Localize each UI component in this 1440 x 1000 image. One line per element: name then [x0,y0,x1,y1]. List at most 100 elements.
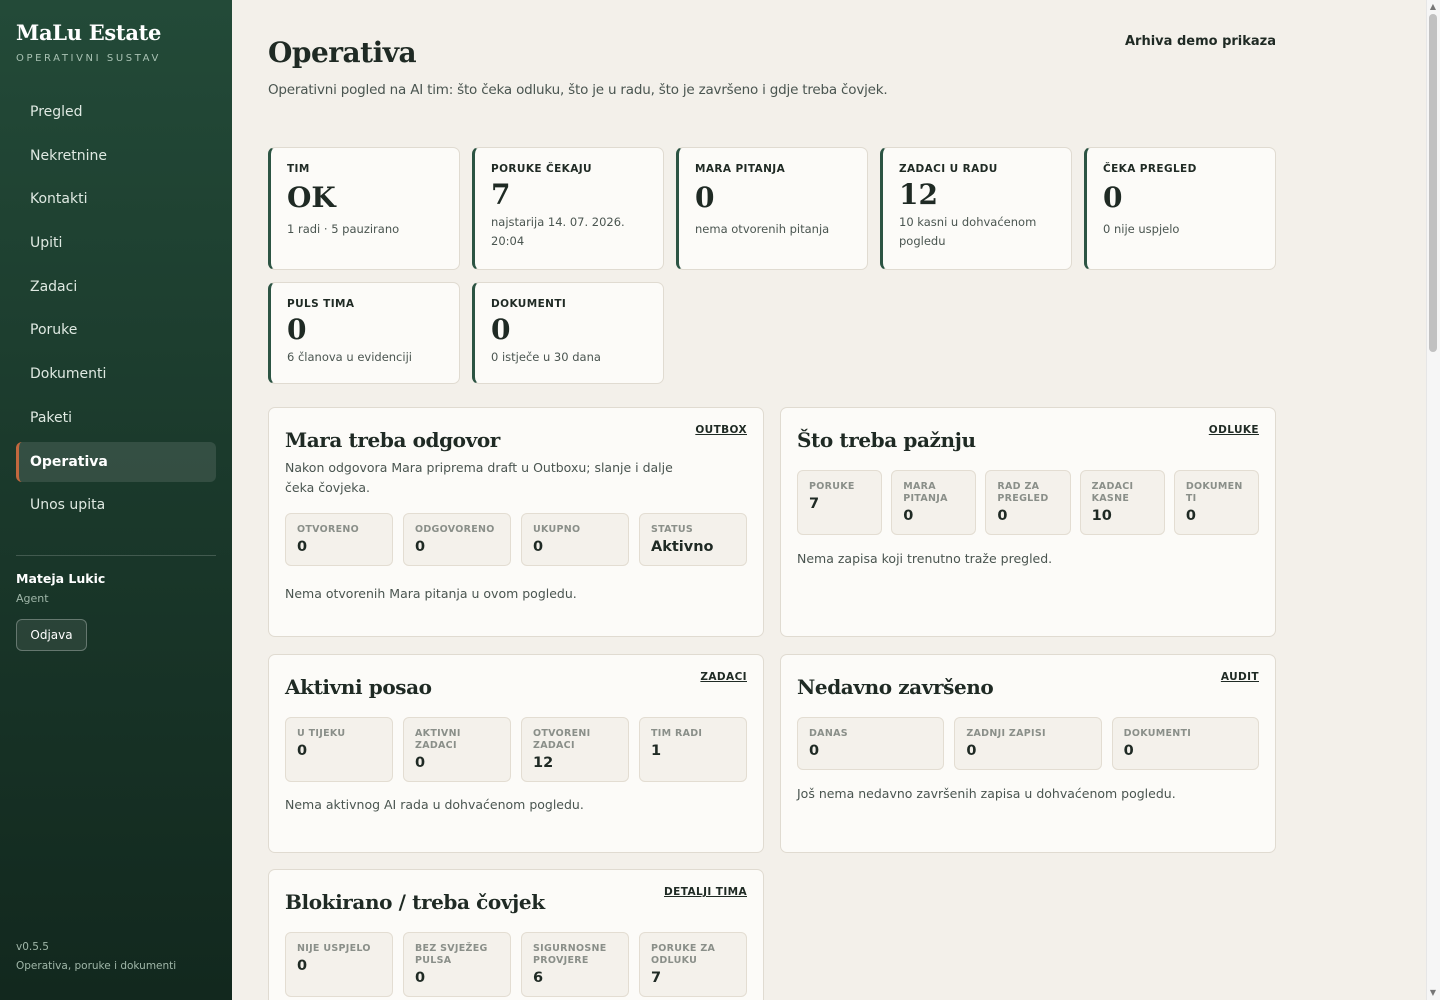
panel-active-work: Aktivni posao ZADACI U TIJEKU 0 AKTIVNI Z… [268,654,764,853]
metric-label: U TIJEKU [297,728,346,739]
stat-label: ZADACI U RADU [899,163,998,175]
metric-value: 0 [297,743,308,759]
team-details-link[interactable]: DETALJI TIMA [664,886,747,898]
panel-description: Nakon odgovora Mara priprema draft u Out… [285,460,673,495]
scroll-down-arrow-icon[interactable]: ▼ [1429,989,1437,997]
sidebar-item-kontakti[interactable]: Kontakti [16,179,216,219]
metric-row: PORUKE 7 MARA PITANJA 0 RAD ZA PREGLED 0 ZA… [797,470,1260,535]
metric-row: DANAS 0 ZADNJI ZAPISI 0 DOKUMENTI 0 [797,717,1259,770]
stat-label: PULS TIMA [287,298,355,310]
page-scrollbar[interactable]: ▲ ▼ [1426,0,1440,1000]
metric-value: 0 [297,958,308,974]
metric-label: AKTIVNI ZADACI [415,728,461,751]
metric-value: 0 [533,539,544,555]
metric-label: DANAS [809,728,848,739]
page-description: Operativni pogled na AI tim: što čeka od… [268,82,888,98]
metric-label: DOKUMENTI [1185,481,1243,504]
sidebar-item-nekretnine[interactable]: Nekretnine [16,136,216,176]
metric-label: MARA PITANJA [903,481,948,504]
sidebar-item-zadaci[interactable]: Zadaci [16,267,216,307]
stat-value: 0 [287,313,307,346]
archive-link[interactable]: Arhiva demo prikaza [1100,34,1276,49]
sidebar-item-paketi[interactable]: Paketi [16,398,216,438]
metric-card: SIGURNOSNE PROVJERE 6 [521,932,629,997]
metric-card: ZADACI KASNE 10 [1079,470,1165,535]
metric-row: OTVORENO 0 ODGOVORENO 0 UKUPNO 0 STATUS Akti… [285,513,747,566]
sidebar-item-operativa[interactable]: Operativa [16,441,216,482]
metric-card: BEZ SVJEŽEG PULSA 0 [403,932,511,997]
metric-value: 0 [415,755,426,771]
stat-label: DOKUMENTI [491,298,567,310]
metric-label: UKUPNO [533,524,581,535]
metric-row: U TIJEKU 0 AKTIVNI ZADACI 0 OTVORENI ZADAC… [285,717,747,782]
metric-label: OTVORENI ZADACI [533,728,591,751]
metric-value: 0 [1123,743,1134,759]
sidebar-item-pregled[interactable]: Pregled [16,92,216,132]
panel-mara-answer: Mara treba odgovor OUTBOX Nakon odgovora… [268,407,764,637]
panel-title: Aktivni posao [285,675,432,699]
panel-recently-done: Nedavno završeno AUDIT DANAS 0 ZADNJI ZAP… [780,654,1276,853]
metric-value: 0 [997,508,1008,524]
tasks-link[interactable]: ZADACI [700,671,747,683]
sidebar: MaLu Estate OPERATIVNI SUSTAV Pregled Ne… [0,0,232,1000]
stat-value: 0 [1103,181,1123,214]
metric-value: 0 [415,970,426,986]
panel-note: Još nema nedavno završenih zapisa u dohv… [797,786,1176,801]
user-role: Agent [16,592,49,605]
brand-subtitle: OPERATIVNI SUSTAV [16,53,161,64]
metric-value: 10 [1091,508,1112,524]
user-name: Mateja Lukic [16,571,106,586]
metric-card: RAD ZA PREGLED 0 [985,470,1071,535]
metric-card: STATUS Aktivno [639,513,747,566]
metric-value: 7 [651,970,662,986]
metric-value: 7 [809,496,820,512]
stat-label: ČEKA PREGLED [1103,163,1197,175]
stat-card-zadaci: ZADACI U RADU 12 10 kasni u dohvaćenom p… [880,147,1072,270]
metric-label: DOKUMENTI [1123,728,1192,739]
metric-label: RAD ZA PREGLED [997,481,1049,504]
metric-card: ZADNJI ZAPISI 0 [954,717,1102,770]
metric-card: ODGOVORENO 0 [403,513,511,566]
stat-card-pregled: ČEKA PREGLED 0 0 nije uspjelo [1084,147,1276,270]
sidebar-item-dokumenti[interactable]: Dokumenti [16,354,216,394]
sidebar-nav: Pregled Nekretnine Kontakti Upiti Zadaci… [16,92,216,529]
status-value: Aktivno [651,539,714,555]
scroll-up-arrow-icon[interactable]: ▲ [1429,3,1437,11]
sidebar-footer-note: Operativa, poruke i dokumenti [16,960,177,972]
metric-label: BEZ SVJEŽEG PULSA [415,943,488,966]
metric-label: PORUKE ZA ODLUKU [651,943,716,966]
sidebar-item-unos-upita[interactable]: Unos upita [16,485,216,525]
panel-note: Nema zapisa koji trenutno traže pregled. [797,551,1053,566]
stat-card-mara: MARA PITANJA 0 nema otvorenih pitanja [676,147,868,270]
metric-card: AKTIVNI ZADACI 0 [403,717,511,782]
metric-card: NIJE USPJELO 0 [285,932,393,997]
stat-value: 7 [491,178,511,211]
audit-link[interactable]: AUDIT [1221,671,1259,683]
sidebar-divider [16,555,216,556]
sidebar-item-upiti[interactable]: Upiti [16,223,216,263]
stat-sub: 1 radi · 5 pauzirano [287,222,400,236]
outbox-link[interactable]: OUTBOX [695,424,747,436]
stat-sub: 0 nije uspjelo [1103,222,1180,236]
stat-sub: 0 istječe u 30 dana [491,350,601,364]
logout-button[interactable]: Odjava [16,619,87,651]
stat-card-tim: TIM OK 1 radi · 5 pauzirano [268,147,460,270]
metric-value: 1 [651,743,662,759]
metric-value: 6 [533,970,544,986]
metric-label: NIJE USPJELO [297,943,371,954]
scrollbar-thumb[interactable] [1429,14,1437,352]
decisions-link[interactable]: ODLUKE [1209,424,1259,436]
metric-label: PORUKE [809,481,855,492]
metric-card: PORUKE 7 [797,470,883,535]
metric-value: 0 [415,539,426,555]
panel-attention: Što treba pažnju ODLUKE PORUKE 7 MARA PIT… [780,407,1276,637]
stat-label: TIM [287,163,310,175]
sidebar-item-poruke[interactable]: Poruke [16,310,216,350]
metric-card: U TIJEKU 0 [285,717,393,782]
stat-label: MARA PITANJA [695,163,786,175]
stat-card-dokumenti: DOKUMENTI 0 0 istječe u 30 dana [472,282,664,384]
panel-title: Nedavno završeno [797,675,994,699]
metric-value: 0 [297,539,308,555]
metric-card: DOKUMENTI 0 [1111,717,1259,770]
stat-sub: nema otvorenih pitanja [695,222,830,236]
